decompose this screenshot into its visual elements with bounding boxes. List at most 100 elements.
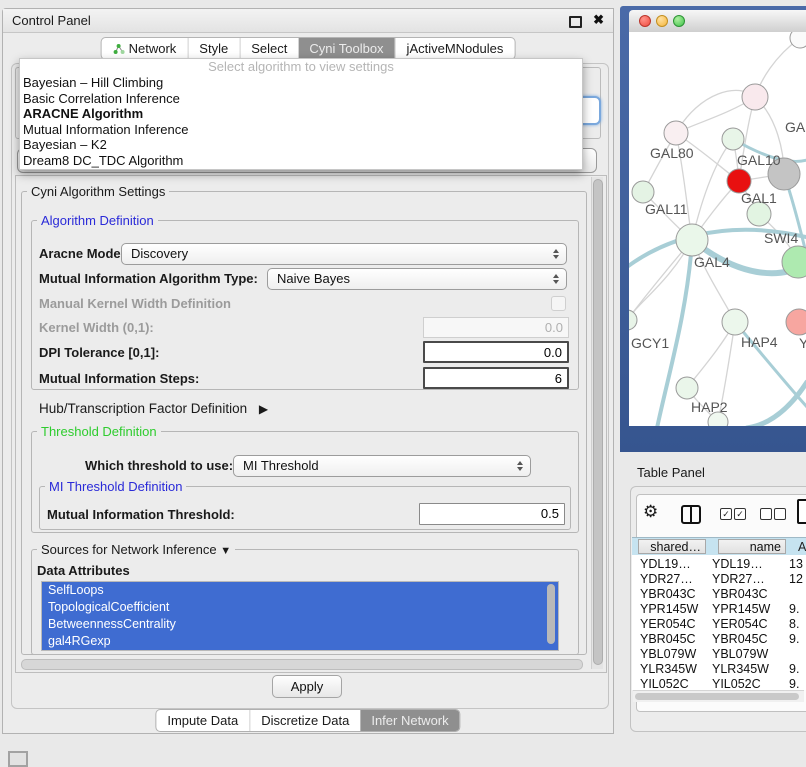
node-gal4[interactable] xyxy=(676,224,708,256)
minimize-button[interactable] xyxy=(656,15,668,27)
tab-select[interactable]: Select xyxy=(239,38,298,59)
zoom-button[interactable] xyxy=(673,15,685,27)
node-hap4[interactable] xyxy=(722,309,748,335)
algorithm-dropdown-list: Select algorithm to view settings Bayesi… xyxy=(19,58,583,170)
list-item[interactable]: gal4RGexp xyxy=(42,633,558,650)
table-header: shared… name A xyxy=(632,537,806,557)
node[interactable] xyxy=(790,32,806,48)
dropdown-item[interactable]: Bayesian – K2 xyxy=(20,137,582,153)
spinner-icon xyxy=(553,274,559,284)
data-attributes-list[interactable]: SelfLoops TopologicalCoefficient Between… xyxy=(41,581,559,651)
tab-discretize-data[interactable]: Discretize Data xyxy=(249,710,360,731)
close-icon[interactable]: ✖ xyxy=(593,12,604,28)
manual-kernel-checkbox[interactable] xyxy=(551,296,566,311)
node-label: HAP4 xyxy=(741,334,778,350)
node-label: GAL80 xyxy=(650,145,694,161)
list-item[interactable]: BetweennessCentrality xyxy=(42,616,558,633)
collapse-arrow-icon[interactable]: ▶ xyxy=(259,402,268,416)
mi-steps-input[interactable]: 6 xyxy=(423,367,569,389)
tab-cyni-toolbox[interactable]: Cyni Toolbox xyxy=(298,38,394,59)
apply-button[interactable]: Apply xyxy=(272,675,342,698)
select-all-icon[interactable]: ✓ xyxy=(720,508,732,520)
table-row[interactable]: YBL079WYBL079W xyxy=(632,647,806,662)
dropdown-item[interactable]: Mutual Information Inference xyxy=(20,122,582,138)
node-gal10[interactable] xyxy=(722,128,744,150)
deselect-all-icon[interactable] xyxy=(774,508,786,520)
control-panel-titlebar: Control Panel ✖ xyxy=(3,9,613,33)
dropdown-placeholder: Select algorithm to view settings xyxy=(20,59,582,75)
threshold-definition-title: Threshold Definition xyxy=(37,424,161,439)
table-row[interactable]: YLR345WYLR345W9. xyxy=(632,662,806,677)
select-all-icon[interactable]: ✓ xyxy=(734,508,746,520)
minimized-panel-icon[interactable] xyxy=(8,751,28,767)
deselect-all-icon[interactable] xyxy=(760,508,772,520)
dropdown-item-selected[interactable]: ARACNE Algorithm xyxy=(20,106,582,122)
column-header-partial[interactable]: A xyxy=(798,540,806,554)
kernel-width-input[interactable]: 0.0 xyxy=(423,317,569,338)
node-label: GAL xyxy=(785,119,806,135)
which-threshold-label: Which threshold to use: xyxy=(85,458,233,473)
node[interactable] xyxy=(742,84,768,110)
mi-threshold-input[interactable]: 0.5 xyxy=(419,503,565,525)
node-gal80[interactable] xyxy=(664,121,688,145)
dpi-tolerance-label: DPI Tolerance [0,1]: xyxy=(39,345,159,360)
document-icon[interactable] xyxy=(797,499,806,524)
data-attributes-label: Data Attributes xyxy=(37,563,130,578)
table-row[interactable]: YER054CYER054C8. xyxy=(632,617,806,632)
aracne-mode-combobox[interactable]: Discovery xyxy=(121,243,567,265)
list-scrollbar[interactable] xyxy=(547,584,555,644)
table-row[interactable]: YPR145WYPR145W9. xyxy=(632,602,806,617)
list-item[interactable]: SelfLoops xyxy=(42,582,558,599)
table-row[interactable]: YDR27…YDR27…12 xyxy=(632,572,806,587)
list-item[interactable]: TopologicalCoefficient xyxy=(42,599,558,616)
cyni-bottom-tabbar: Impute Data Discretize Data Infer Networ… xyxy=(155,709,460,732)
which-threshold-combobox[interactable]: MI Threshold xyxy=(233,455,531,477)
node-hap2[interactable] xyxy=(676,377,698,399)
table-row[interactable]: YIL052CYIL052C9. xyxy=(632,677,806,690)
node-gal11[interactable] xyxy=(632,181,654,203)
tab-style[interactable]: Style xyxy=(187,38,239,59)
aracne-mode-label: Aracne Mode: xyxy=(39,246,125,261)
dropdown-item[interactable]: Dream8 DC_TDC Algorithm xyxy=(20,153,582,169)
tab-infer-network[interactable]: Infer Network xyxy=(360,710,459,731)
gear-icon[interactable]: ⚙ xyxy=(643,502,658,522)
horizontal-scrollbar[interactable] xyxy=(19,658,587,669)
split-view-icon[interactable] xyxy=(681,505,701,524)
tab-jactivemnodules[interactable]: jActiveMNodules xyxy=(395,38,515,59)
table-body[interactable]: YDL19…YDL19…13 YDR27…YDR27…12 YBR043CYBR… xyxy=(632,555,806,690)
table-horizontal-scrollbar[interactable] xyxy=(633,690,804,702)
dropdown-item[interactable]: Basic Correlation Inference xyxy=(20,91,582,107)
vertical-scrollbar[interactable] xyxy=(591,177,603,669)
network-graph: GAL GAL80 GAL10 GAL1 GAL11 SWI4 GAL4 GCY… xyxy=(629,32,806,426)
node-pink[interactable] xyxy=(786,309,806,335)
column-header-shared-name[interactable]: shared… xyxy=(638,539,706,554)
mi-steps-label: Mutual Information Steps: xyxy=(39,371,199,386)
expand-arrow-icon[interactable]: ▼ xyxy=(220,545,231,557)
algorithm-definition-title: Algorithm Definition xyxy=(37,213,158,228)
table-row[interactable]: YBR045CYBR045C9. xyxy=(632,632,806,647)
mi-type-combobox[interactable]: Naive Bayes xyxy=(267,268,567,290)
dpi-tolerance-input[interactable]: 0.0 xyxy=(423,341,569,363)
dropdown-item[interactable]: Bayesian – Hill Climbing xyxy=(20,75,582,91)
sources-title[interactable]: Sources for Network Inference ▼ xyxy=(37,542,235,557)
close-button[interactable] xyxy=(639,15,651,27)
node-label: GAL4 xyxy=(694,254,730,270)
scrollbar-thumb[interactable] xyxy=(635,693,799,700)
network-canvas[interactable]: GAL GAL80 GAL10 GAL1 GAL11 SWI4 GAL4 GCY… xyxy=(629,32,806,426)
tab-impute-data[interactable]: Impute Data xyxy=(156,710,249,731)
node-gcy1[interactable] xyxy=(629,310,637,330)
mi-type-label: Mutual Information Algorithm Type: xyxy=(39,271,258,286)
scrollbar-thumb[interactable] xyxy=(21,659,583,670)
table-row[interactable]: YBR043CYBR043C xyxy=(632,587,806,602)
column-header-name[interactable]: name xyxy=(718,539,786,554)
mi-threshold-title: MI Threshold Definition xyxy=(45,479,186,494)
tab-network[interactable]: Network xyxy=(102,38,188,59)
table-row[interactable]: YDL19…YDL19…13 xyxy=(632,557,806,572)
mi-threshold-label: Mutual Information Threshold: xyxy=(47,507,235,522)
network-window-titlebar[interactable] xyxy=(629,10,806,33)
hub-definition-toggle[interactable]: Hub/Transcription Factor Definition ▶ xyxy=(39,401,268,416)
node-label: SWI4 xyxy=(764,230,798,246)
float-window-icon[interactable] xyxy=(569,16,582,28)
scrollbar-thumb[interactable] xyxy=(593,179,603,665)
table-panel-title: Table Panel xyxy=(637,465,705,480)
